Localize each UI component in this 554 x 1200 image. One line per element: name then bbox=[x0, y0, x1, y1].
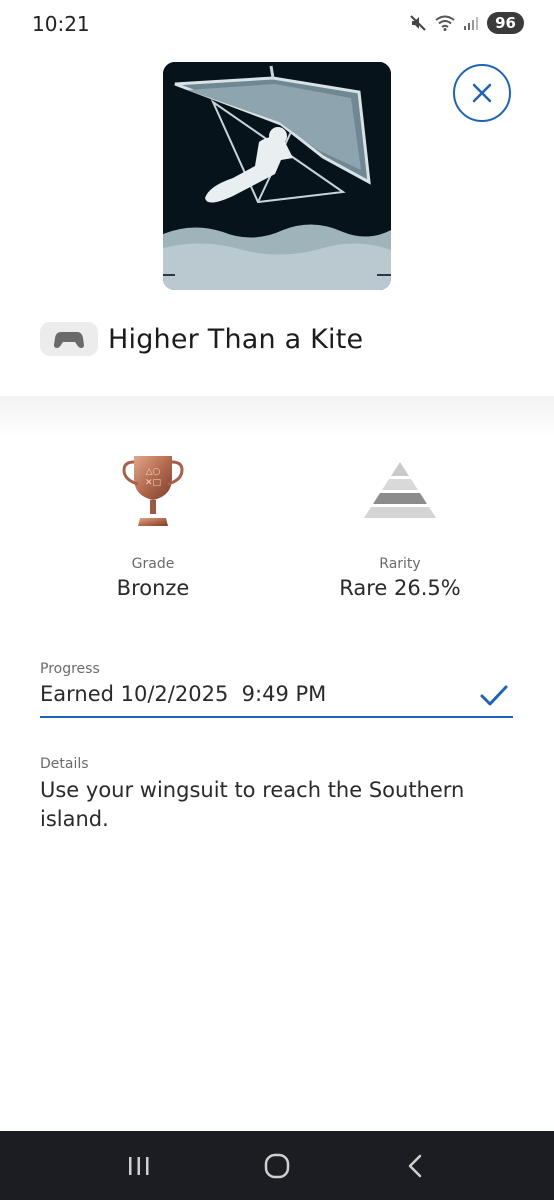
rarity-pyramid-icon bbox=[364, 462, 436, 518]
platform-chip bbox=[40, 322, 98, 356]
rarity-value: Rare 26.5% bbox=[339, 576, 461, 600]
svg-text:✕□: ✕□ bbox=[145, 478, 161, 488]
status-bar: 10:21 96 bbox=[0, 0, 554, 50]
recents-icon bbox=[129, 1156, 149, 1175]
rarity-label: Rarity bbox=[379, 556, 421, 572]
trophy-image bbox=[163, 62, 391, 290]
trophy-detail-screen: 10:21 96 Higher Than a Kite △○ ✕□ Grade … bbox=[0, 0, 554, 1200]
back-button[interactable] bbox=[385, 1141, 445, 1191]
grade-stat: △○ ✕□ Grade Bronze bbox=[38, 450, 268, 600]
trophy-title-row: Higher Than a Kite bbox=[40, 318, 363, 360]
progress-value: Earned 10/2/2025 9:49 PM bbox=[40, 682, 327, 706]
trophy-title: Higher Than a Kite bbox=[108, 323, 364, 355]
status-time: 10:21 bbox=[32, 12, 90, 36]
close-icon bbox=[472, 83, 492, 103]
section-divider bbox=[0, 396, 554, 436]
battery-icon: 96 bbox=[487, 12, 524, 34]
bronze-trophy-icon: △○ ✕□ bbox=[122, 456, 184, 526]
signal-icon bbox=[463, 15, 479, 31]
home-button[interactable] bbox=[247, 1141, 307, 1191]
recents-button[interactable] bbox=[109, 1141, 169, 1191]
checkmark-icon bbox=[480, 685, 508, 706]
details-label: Details bbox=[40, 756, 89, 772]
mute-icon bbox=[409, 14, 427, 32]
progress-field: Earned 10/2/2025 9:49 PM bbox=[40, 680, 513, 718]
status-icons: 96 bbox=[409, 12, 524, 34]
progress-label: Progress bbox=[40, 661, 100, 677]
grade-label: Grade bbox=[131, 556, 175, 572]
gamepad-icon bbox=[54, 332, 84, 348]
wifi-icon bbox=[435, 15, 455, 31]
rarity-stat: Rarity Rare 26.5% bbox=[285, 450, 515, 600]
details-text: Use your wingsuit to reach the Southern … bbox=[40, 778, 465, 831]
close-button[interactable] bbox=[453, 64, 511, 122]
svg-text:△○: △○ bbox=[146, 467, 161, 477]
home-icon bbox=[264, 1153, 290, 1178]
grade-value: Bronze bbox=[116, 576, 190, 600]
system-nav-bar bbox=[0, 1131, 554, 1200]
back-icon bbox=[408, 1154, 422, 1177]
